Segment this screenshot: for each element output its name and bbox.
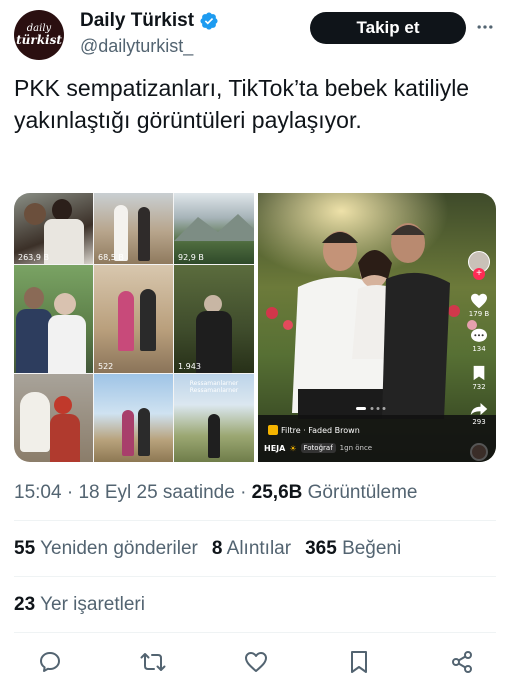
collage-cell (14, 374, 93, 462)
divider (14, 520, 496, 521)
author-line: HEJA ☀ Fotoğraf 1gn önce (264, 443, 372, 453)
tweet-header: daily türkist Daily Türkist @dailyturkis… (14, 8, 496, 60)
media-image-tiktok-screenshot[interactable]: + 179 B 134 732 293 Filtre · Faded Brown… (258, 193, 496, 462)
bookmarks-stat[interactable]: 23 Yer işaretleri (14, 594, 145, 616)
retweets-count: 55 (14, 538, 36, 559)
bookmarks-count: 23 (14, 594, 36, 615)
share-icon (452, 651, 472, 673)
filter-icon (268, 425, 278, 435)
bookmark-count: 732 (472, 383, 486, 391)
time-ago: 1gn önce (339, 444, 373, 452)
divider (14, 576, 496, 577)
meta-separator: · (240, 482, 252, 503)
collage-cell (14, 265, 93, 373)
collage-cell: 92,9 B (174, 193, 254, 264)
likes-label: Beğeni (342, 538, 402, 559)
view-count: 263,9 B (18, 253, 49, 262)
music-disc-icon[interactable] (470, 443, 488, 461)
collage-caption: Ressamanlarner Ressamanlarner (189, 380, 239, 394)
media-image-collage[interactable]: 263,9 B 68,5 B 92,9 B 522 1.943 Ressaman… (14, 193, 254, 462)
divider (14, 632, 496, 633)
share-count: 293 (472, 418, 486, 426)
views-label: Görüntüleme (307, 482, 418, 503)
quotes-count: 8 (211, 538, 223, 559)
tiktok-photo (258, 193, 496, 462)
view-count: 1.943 (178, 362, 201, 371)
views-count: 25,6B (251, 482, 303, 503)
follow-plus-icon[interactable]: + (473, 268, 485, 280)
sun-icon: ☀ (289, 443, 297, 453)
heart-icon (245, 652, 267, 672)
like-button[interactable] (242, 648, 270, 676)
display-name[interactable]: Daily Türkist (80, 10, 194, 32)
more-options-icon[interactable] (474, 16, 496, 38)
likes-stat[interactable]: 365 Beğeni (305, 538, 401, 560)
filter-chip[interactable]: Filtre · Faded Brown (264, 423, 364, 437)
photo-badge: Fotoğraf (300, 443, 336, 453)
retweets-stat[interactable]: 55 Yeniden gönderiler (14, 538, 198, 560)
follow-button[interactable]: Takip et (310, 12, 466, 44)
bookmark-button[interactable] (345, 648, 373, 676)
tweet-media[interactable]: 263,9 B 68,5 B 92,9 B 522 1.943 Ressaman… (14, 193, 496, 462)
retweets-label: Yeniden gönderiler (40, 538, 198, 559)
retweet-icon (140, 653, 166, 671)
comment-icon[interactable] (470, 328, 488, 344)
collage-cell: 1.943 (174, 265, 254, 373)
view-count: 68,5 B (98, 253, 124, 262)
share-button[interactable] (448, 648, 476, 676)
tweet-date[interactable]: 18 Eyl 25 saatinde (78, 482, 234, 503)
heart-icon[interactable] (470, 293, 488, 309)
view-count: 92,9 B (178, 253, 204, 262)
reply-button[interactable] (36, 648, 64, 676)
meta-separator: · (66, 482, 79, 503)
filter-label: Filtre · Faded Brown (281, 425, 360, 435)
collage-cell (94, 374, 173, 462)
comment-count: 134 (472, 345, 486, 353)
share-icon[interactable] (470, 402, 488, 416)
avatar-text-line2: türkist (16, 33, 62, 47)
likes-count: 365 (305, 538, 337, 559)
engagement-stats: 55 Yeniden gönderiler 8 Alıntılar 365 Be… (14, 538, 401, 560)
action-bar (36, 648, 476, 676)
tweet-meta: 15:04 · 18 Eyl 25 saatinde · 25,6B Görün… (14, 482, 418, 504)
author-name[interactable]: HEJA (264, 444, 285, 453)
collage-cell: 263,9 B (14, 193, 93, 264)
quotes-stat[interactable]: 8 Alıntılar (212, 538, 291, 560)
account-handle[interactable]: @dailyturkist_ (80, 36, 193, 57)
retweet-button[interactable] (139, 648, 167, 676)
quotes-label: Alıntılar (226, 538, 292, 559)
tweet-text: PKK sempatizanları, TikTok’ta bebek kati… (14, 75, 470, 133)
collage-cell: 522 (94, 265, 173, 373)
name-row: Daily Türkist (80, 10, 219, 32)
tweet-time[interactable]: 15:04 (14, 482, 62, 503)
reply-icon (40, 652, 60, 672)
collage-cell: 68,5 B (94, 193, 173, 264)
avatar[interactable]: daily türkist (14, 10, 64, 60)
collage-cell: Ressamanlarner Ressamanlarner (174, 374, 254, 462)
bookmark-icon[interactable] (472, 365, 486, 381)
like-count: 179 B (468, 310, 490, 318)
bookmarks-label: Yer işaretleri (40, 594, 145, 615)
view-count: 522 (98, 362, 114, 371)
verified-badge-icon (200, 12, 218, 30)
bookmark-icon (351, 651, 367, 673)
